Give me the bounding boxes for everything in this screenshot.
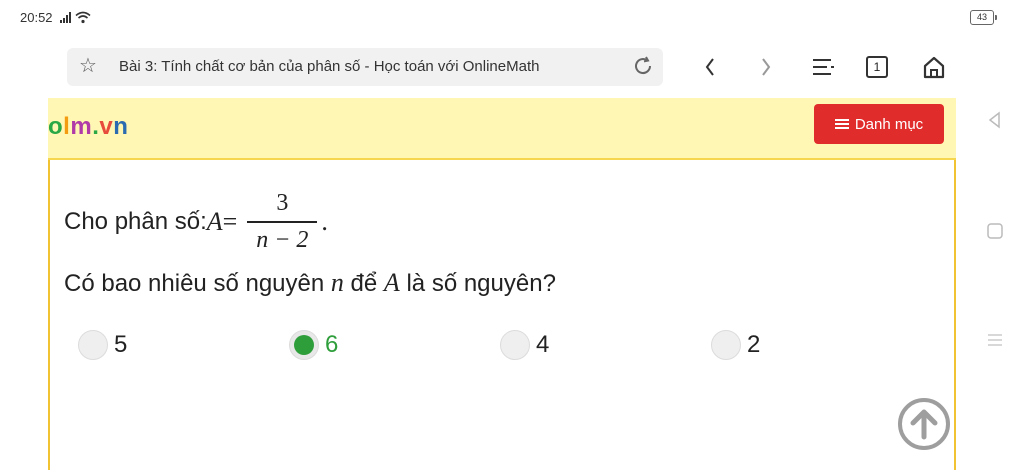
equals-sign: =	[222, 207, 238, 236]
question-intro: Cho phân số:	[64, 208, 207, 235]
logo-m: m	[70, 113, 93, 140]
var-a-2: A	[383, 268, 400, 297]
bookmark-star-icon[interactable]: ☆	[79, 53, 97, 78]
scroll-to-top-icon[interactable]	[897, 397, 951, 451]
question-text-b: để	[343, 270, 384, 297]
fraction-denominator: n − 2	[256, 227, 309, 253]
option-3[interactable]: 4	[500, 330, 549, 360]
fraction: 3 n − 2	[247, 190, 318, 254]
option-label: 4	[536, 331, 550, 358]
fraction-numerator: 3	[276, 190, 289, 216]
option-label: 5	[114, 331, 128, 358]
tab-count: 1	[873, 60, 881, 74]
radio-button-selected[interactable]	[289, 330, 319, 360]
reload-icon[interactable]	[631, 54, 655, 78]
logo-n: n	[113, 113, 129, 140]
battery-icon: 43	[970, 10, 997, 25]
var-n: n	[330, 268, 344, 297]
signal-icon	[59, 12, 71, 23]
olm-logo[interactable]: olm.vn	[48, 113, 128, 141]
option-4[interactable]: 2	[711, 330, 760, 360]
option-label: 6	[325, 331, 339, 358]
android-back-icon[interactable]	[985, 110, 1005, 130]
question-line-2: Có bao nhiêu số nguyên n để A là số nguy…	[64, 268, 556, 298]
clock: 20:52	[20, 10, 53, 25]
home-icon[interactable]	[920, 52, 948, 82]
radio-button[interactable]	[78, 330, 108, 360]
tabs-button[interactable]: 1	[866, 56, 888, 78]
forward-icon[interactable]	[756, 52, 776, 82]
address-bar[interactable]: ☆ Bài 3: Tính chất cơ bản của phân số - …	[67, 48, 663, 86]
page-title: Bài 3: Tính chất cơ bản của phân số - Họ…	[119, 58, 540, 75]
menu-button[interactable]: Danh mục	[814, 104, 944, 144]
option-2[interactable]: 6	[289, 330, 338, 360]
radio-button[interactable]	[711, 330, 741, 360]
radio-dot	[294, 335, 314, 355]
android-home-icon[interactable]	[985, 221, 1005, 241]
logo-v: v	[99, 113, 114, 140]
period: .	[321, 207, 328, 236]
menu-lines-icon[interactable]	[809, 52, 837, 82]
site-header: olm.vn Danh mục	[48, 98, 956, 160]
android-recents-icon[interactable]	[985, 330, 1005, 350]
question-line-1: Cho phân số: A = 3 n − 2 .	[64, 190, 328, 254]
option-1[interactable]: 5	[78, 330, 127, 360]
list-icon	[834, 119, 849, 129]
question-card: Cho phân số: A = 3 n − 2 . Có bao nhiêu …	[48, 160, 956, 470]
var-a: A	[206, 207, 223, 236]
menu-button-label: Danh mục	[854, 115, 924, 133]
radio-button[interactable]	[500, 330, 530, 360]
back-icon[interactable]	[700, 52, 720, 82]
question-text-a: Có bao nhiêu số nguyên	[64, 270, 331, 297]
status-time-group: 20:52	[20, 10, 91, 25]
wifi-icon	[75, 11, 91, 24]
status-bar: 20:52 43	[0, 0, 1024, 36]
question-text-c: là số nguyên?	[399, 270, 556, 297]
option-label: 2	[747, 331, 761, 358]
logo-o: o	[48, 113, 64, 140]
